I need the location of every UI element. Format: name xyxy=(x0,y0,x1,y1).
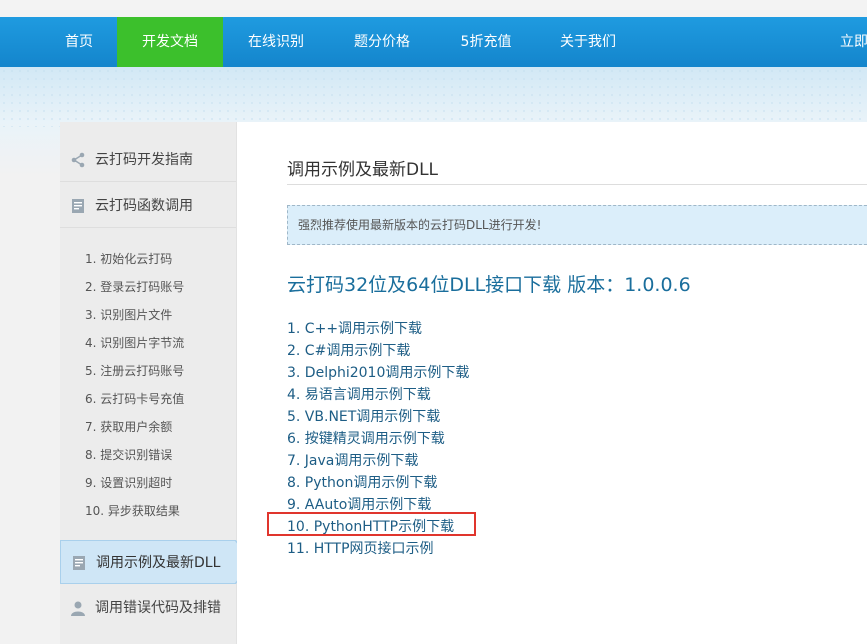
highlight-box xyxy=(267,512,476,536)
top-nav: 首页 开发文档 在线识别 题分价格 5折充值 关于我们 立即 xyxy=(0,17,867,67)
sidebar-subitem[interactable]: 2. 登录云打码账号 xyxy=(85,278,184,295)
sidebar-subitem[interactable]: 1. 初始化云打码 xyxy=(85,250,172,267)
document-icon xyxy=(73,556,85,570)
sidebar-section-label: 云打码开发指南 xyxy=(95,152,193,168)
download-heading: 云打码32位及64位DLL接口下载 版本：1.0.0.6 xyxy=(287,274,691,296)
title-divider xyxy=(287,184,867,185)
sidebar-section-label: 调用错误代码及排错 xyxy=(95,600,221,616)
nav-home[interactable]: 首页 xyxy=(46,17,112,67)
download-link[interactable]: 3. Delphi2010调用示例下载 xyxy=(287,362,469,382)
sidebar-section-error-codes[interactable]: 调用错误代码及排错 xyxy=(60,586,236,630)
sidebar-section-functions[interactable]: 云打码函数调用 xyxy=(60,184,236,228)
download-link[interactable]: 7. Java调用示例下载 xyxy=(287,450,418,470)
nav-dev-docs[interactable]: 开发文档 xyxy=(117,17,223,67)
page-title: 调用示例及最新DLL xyxy=(287,160,439,180)
sidebar-subitem[interactable]: 7. 获取用户余额 xyxy=(85,418,172,435)
sidebar-section-samples-dll[interactable]: 调用示例及最新DLL xyxy=(60,540,236,584)
user-icon xyxy=(71,601,85,616)
nav-pricing[interactable]: 题分价格 xyxy=(338,17,426,67)
banner-pattern xyxy=(0,67,867,127)
download-link[interactable]: 1. C++调用示例下载 xyxy=(287,318,422,338)
nav-recharge[interactable]: 5折充值 xyxy=(446,17,526,67)
nav-online-recognition[interactable]: 在线识别 xyxy=(232,17,320,67)
sidebar-section-label: 云打码函数调用 xyxy=(95,198,193,214)
notice-box: 强烈推荐使用最新版本的云打码DLL进行开发! xyxy=(287,205,867,245)
download-link[interactable]: 6. 按键精灵调用示例下载 xyxy=(287,428,445,448)
sidebar-subitem[interactable]: 4. 识别图片字节流 xyxy=(85,334,184,351)
sidebar-subitem[interactable]: 9. 设置识别超时 xyxy=(85,474,172,491)
main-content: 调用示例及最新DLL 强烈推荐使用最新版本的云打码DLL进行开发! 云打码32位… xyxy=(237,122,867,644)
nav-right-action[interactable]: 立即 xyxy=(840,17,867,67)
download-link[interactable]: 4. 易语言调用示例下载 xyxy=(287,384,431,404)
document-icon xyxy=(72,199,84,213)
sidebar-subitem[interactable]: 3. 识别图片文件 xyxy=(85,306,172,323)
download-link[interactable]: 9. AAuto调用示例下载 xyxy=(287,494,431,514)
sidebar-section-label: 调用示例及最新DLL xyxy=(96,555,221,571)
download-link[interactable]: 5. VB.NET调用示例下载 xyxy=(287,406,440,426)
sidebar: 云打码开发指南 云打码函数调用 1. 初始化云打码 2. 登录云打码账号 3. … xyxy=(60,122,237,644)
top-strip xyxy=(0,0,867,17)
sidebar-subitem[interactable]: 8. 提交识别错误 xyxy=(85,446,172,463)
sidebar-subitem[interactable]: 6. 云打码卡号充值 xyxy=(85,390,184,407)
nav-about[interactable]: 关于我们 xyxy=(546,17,630,67)
download-link[interactable]: 2. C#调用示例下载 xyxy=(287,340,410,360)
download-link[interactable]: 8. Python调用示例下载 xyxy=(287,472,437,492)
sidebar-section-guide[interactable]: 云打码开发指南 xyxy=(60,138,236,182)
share-icon xyxy=(71,152,85,168)
download-link[interactable]: 11. HTTP网页接口示例 xyxy=(287,538,434,558)
sidebar-subitem[interactable]: 5. 注册云打码账号 xyxy=(85,362,184,379)
sidebar-subitem[interactable]: 10. 异步获取结果 xyxy=(85,502,180,519)
